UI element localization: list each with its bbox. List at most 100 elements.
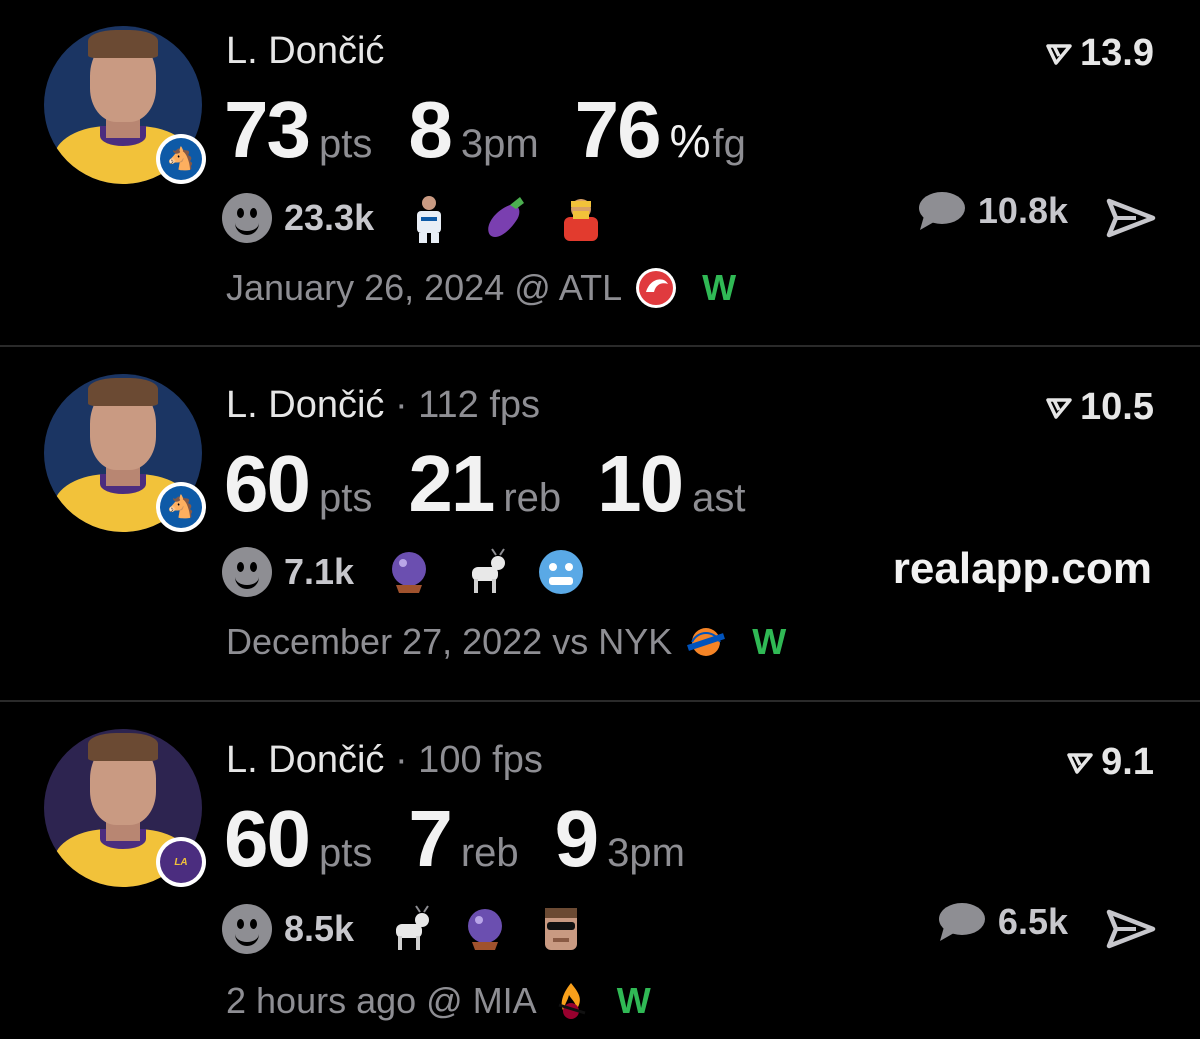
- comment-bubble-icon: [918, 192, 965, 230]
- score-badge: 9.1: [1067, 741, 1154, 784]
- player-name-line: L. Dončić · 100 fps: [226, 739, 543, 782]
- reaction-row: 8.5k: [222, 901, 612, 957]
- stat-line: 60 pts 21 reb 10 ast: [224, 438, 781, 530]
- stat-number: 9: [554, 794, 599, 883]
- smiley-icon[interactable]: [222, 547, 272, 597]
- dallas-player-emoji-icon[interactable]: [404, 193, 454, 243]
- stat-points: 60 pts: [224, 793, 372, 885]
- goat-icon[interactable]: [384, 904, 434, 954]
- percent-sign: %: [669, 115, 711, 167]
- goat-icon[interactable]: [460, 547, 510, 597]
- avatar[interactable]: 🐴: [44, 26, 206, 184]
- smiley-icon[interactable]: [222, 904, 272, 954]
- stat-unit: 3pm: [460, 122, 539, 166]
- comments-button[interactable]: 10.8k: [916, 190, 1068, 232]
- score-value: 10.5: [1080, 386, 1154, 428]
- mavericks-badge-icon: 🐴: [156, 134, 206, 184]
- stat-unit-label: fg: [712, 122, 746, 166]
- score-badge: 13.9: [1046, 32, 1154, 75]
- real-logo-icon: [1046, 397, 1072, 419]
- hawks-logo-icon: [636, 268, 677, 308]
- player-name[interactable]: L. Dončić: [226, 384, 384, 426]
- post-card[interactable]: 🐴 L. Dončić · 112 fps 10.5 60 pts 21 reb 1…: [0, 348, 1200, 700]
- score-value: 9.1: [1101, 741, 1154, 783]
- player-name[interactable]: L. Dončić: [226, 739, 384, 781]
- avatar[interactable]: LA: [44, 729, 206, 887]
- stat-number: 8: [408, 85, 452, 174]
- mavericks-badge-icon: 🐴: [156, 482, 206, 532]
- stat-assists: 10 ast: [597, 438, 745, 530]
- crystal-ball-icon[interactable]: [384, 547, 434, 597]
- stat-number: 76: [574, 85, 662, 174]
- stat-number: 7: [408, 794, 452, 883]
- stat-unit: pts: [318, 831, 373, 875]
- stat-unit: pts: [318, 476, 373, 520]
- player-name-line: L. Dončić: [226, 30, 384, 73]
- site-link[interactable]: realapp.com: [893, 544, 1152, 594]
- stat-line: 60 pts 7 reb 9 3pm: [224, 793, 721, 885]
- post-card[interactable]: 🐴 L. Dončić 13.9 73 pts 8 3pm 76 %fg 23.3k: [0, 0, 1200, 345]
- player-name-line: L. Dončić · 112 fps: [226, 384, 540, 427]
- divider: [0, 700, 1200, 702]
- reaction-row: 7.1k: [222, 544, 612, 600]
- game-meta: 2 hours ago @ MIA W: [226, 979, 651, 1023]
- real-logo-icon: [1067, 752, 1093, 774]
- game-result: W: [752, 621, 787, 662]
- stat-rebounds: 21 reb: [408, 438, 561, 530]
- game-result: W: [702, 267, 737, 308]
- lakers-badge-icon: LA: [156, 837, 206, 887]
- stat-number: 73: [224, 85, 311, 174]
- stat-unit: 3pm: [607, 831, 685, 875]
- smiley-icon[interactable]: [222, 193, 272, 243]
- share-send-icon[interactable]: [1106, 198, 1156, 238]
- game-date: 2 hours ago @ MIA: [226, 980, 537, 1021]
- fps-label: · 112 fps: [394, 384, 541, 426]
- stat-number: 60: [224, 439, 311, 528]
- fps-label: · 100 fps: [394, 739, 543, 781]
- stat-number: 10: [597, 439, 684, 528]
- reaction-row: 23.3k: [222, 190, 632, 246]
- score-value: 13.9: [1080, 32, 1154, 74]
- hulk-hogan-emoji-icon[interactable]: [556, 193, 606, 243]
- stat-number: 21: [408, 439, 495, 528]
- stat-threes: 9 3pm: [555, 793, 685, 885]
- stat-points: 73 pts: [224, 84, 372, 176]
- stat-unit: pts: [318, 122, 373, 166]
- comments-button[interactable]: 6.5k: [936, 901, 1068, 943]
- stat-threes: 8 3pm: [408, 84, 538, 176]
- comment-count: 6.5k: [997, 901, 1068, 942]
- stat-rebounds: 7 reb: [408, 793, 518, 885]
- eggplant-icon[interactable]: [480, 193, 530, 243]
- heat-logo-icon: [558, 983, 586, 1019]
- game-date: December 27, 2022 vs NYK: [226, 621, 673, 662]
- stat-fg: 76 %fg: [575, 84, 746, 176]
- share-send-icon[interactable]: [1106, 909, 1156, 949]
- player-name[interactable]: L. Dončić: [226, 30, 384, 72]
- feed: 🐴 L. Dončić 13.9 73 pts 8 3pm 76 %fg 23.3k: [0, 0, 1200, 1039]
- stat-unit: reb: [460, 831, 519, 875]
- reaction-count[interactable]: 23.3k: [284, 197, 374, 239]
- comment-bubble-icon: [938, 903, 985, 941]
- avatar[interactable]: 🐴: [44, 374, 206, 532]
- crystal-ball-icon[interactable]: [460, 904, 510, 954]
- stat-unit: %fg: [670, 114, 746, 168]
- stat-unit: ast: [692, 476, 746, 520]
- reaction-count[interactable]: 7.1k: [284, 551, 354, 593]
- game-date: January 26, 2024 @ ATL: [226, 267, 623, 308]
- stat-line: 73 pts 8 3pm 76 %fg: [224, 84, 782, 176]
- game-meta: December 27, 2022 vs NYK W: [226, 620, 786, 664]
- stat-number: 60: [224, 794, 311, 883]
- sunglasses-player-emoji-icon[interactable]: [536, 904, 586, 954]
- real-logo-icon: [1046, 43, 1072, 65]
- knicks-logo-icon: [687, 628, 726, 656]
- divider: [0, 345, 1200, 347]
- stat-unit: reb: [503, 476, 562, 520]
- cold-face-icon[interactable]: [536, 547, 586, 597]
- reaction-count[interactable]: 8.5k: [284, 908, 354, 950]
- game-result: W: [616, 980, 651, 1021]
- comment-count: 10.8k: [977, 190, 1068, 231]
- score-badge: 10.5: [1046, 386, 1154, 429]
- post-card[interactable]: LA L. Dončić · 100 fps 9.1 60 pts 7 reb 93…: [0, 703, 1200, 1039]
- game-meta: January 26, 2024 @ ATL W: [226, 266, 736, 310]
- stat-points: 60 pts: [224, 438, 372, 530]
